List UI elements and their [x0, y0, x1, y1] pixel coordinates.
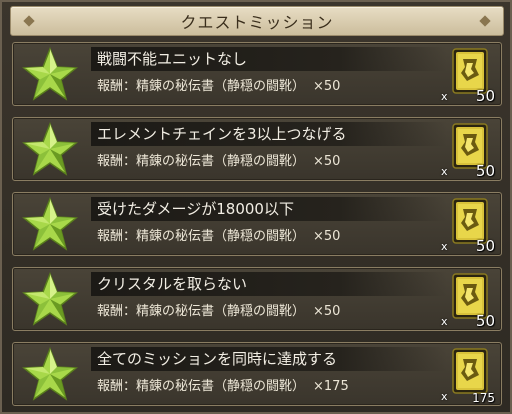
panel-header: クエストミッション	[10, 6, 504, 36]
green-star-icon	[17, 47, 83, 101]
item-count-prefix: x	[441, 165, 448, 178]
green-star-icon	[17, 272, 83, 326]
item-count: 50	[475, 237, 495, 255]
reward-label: 報酬：精錬の秘伝書（静穏の闘靴）	[97, 79, 306, 94]
item-count: 175	[472, 391, 495, 405]
header-ornament-right	[479, 15, 491, 27]
reward-label: 報酬：精錬の秘伝書（静穏の闘靴）	[97, 379, 306, 394]
mission-title: 受けたダメージが18000以下	[91, 197, 447, 221]
reward-label: 報酬：精錬の秘伝書（静穏の闘靴）	[97, 229, 306, 244]
mission-reward: 報酬：精錬の秘伝書（静穏の闘靴） ×50	[97, 77, 340, 97]
reward-label: 報酬：精錬の秘伝書（静穏の闘靴）	[97, 154, 306, 169]
quest-mission-panel: クエストミッション 戦闘不能ユニットなし 報酬：精錬の秘伝書（静穏の闘靴） ×50	[0, 0, 512, 414]
mission-row[interactable]: クリスタルを取らない 報酬：精錬の秘伝書（静穏の闘靴） ×50 x 50	[12, 267, 502, 331]
header-ornament-left	[23, 15, 35, 27]
mission-title: エレメントチェインを3以上つなげる	[91, 122, 447, 146]
mission-row[interactable]: 全てのミッションを同時に達成する 報酬：精錬の秘伝書（静穏の闘靴） ×175 x …	[12, 342, 502, 406]
item-count: 50	[475, 162, 495, 180]
mission-row[interactable]: 受けたダメージが18000以下 報酬：精錬の秘伝書（静穏の闘靴） ×50 x 50	[12, 192, 502, 256]
mission-title: 戦闘不能ユニットなし	[91, 47, 447, 71]
item-count-prefix: x	[441, 315, 448, 328]
item-count-prefix: x	[441, 390, 448, 403]
reward-item[interactable]: x 175	[441, 345, 495, 405]
reward-item[interactable]: x 50	[441, 45, 495, 105]
mission-reward: 報酬：精錬の秘伝書（静穏の闘靴） ×50	[97, 227, 340, 247]
mission-reward: 報酬：精錬の秘伝書（静穏の闘靴） ×175	[97, 377, 349, 397]
mission-reward: 報酬：精錬の秘伝書（静穏の闘靴） ×50	[97, 152, 340, 172]
mission-row[interactable]: 戦闘不能ユニットなし 報酬：精錬の秘伝書（静穏の闘靴） ×50 x 50	[12, 42, 502, 106]
reward-quantity: ×175	[313, 379, 349, 394]
green-star-icon	[17, 347, 83, 401]
reward-label: 報酬：精錬の秘伝書（静穏の闘靴）	[97, 304, 306, 319]
reward-quantity: ×50	[313, 79, 341, 94]
reward-quantity: ×50	[313, 304, 341, 319]
mission-reward: 報酬：精錬の秘伝書（静穏の闘靴） ×50	[97, 302, 340, 322]
item-count-prefix: x	[441, 90, 448, 103]
panel-title: クエストミッション	[180, 13, 334, 32]
item-count-prefix: x	[441, 240, 448, 253]
reward-item[interactable]: x 50	[441, 195, 495, 255]
reward-quantity: ×50	[313, 154, 341, 169]
reward-item[interactable]: x 50	[441, 120, 495, 180]
green-star-icon	[17, 197, 83, 251]
mission-title: クリスタルを取らない	[91, 272, 447, 296]
item-count: 50	[475, 312, 495, 330]
mission-row[interactable]: エレメントチェインを3以上つなげる 報酬：精錬の秘伝書（静穏の闘靴） ×50 x …	[12, 117, 502, 181]
reward-item[interactable]: x 50	[441, 270, 495, 330]
mission-title: 全てのミッションを同時に達成する	[91, 347, 447, 371]
green-star-icon	[17, 122, 83, 176]
item-count: 50	[475, 87, 495, 105]
reward-quantity: ×50	[313, 229, 341, 244]
